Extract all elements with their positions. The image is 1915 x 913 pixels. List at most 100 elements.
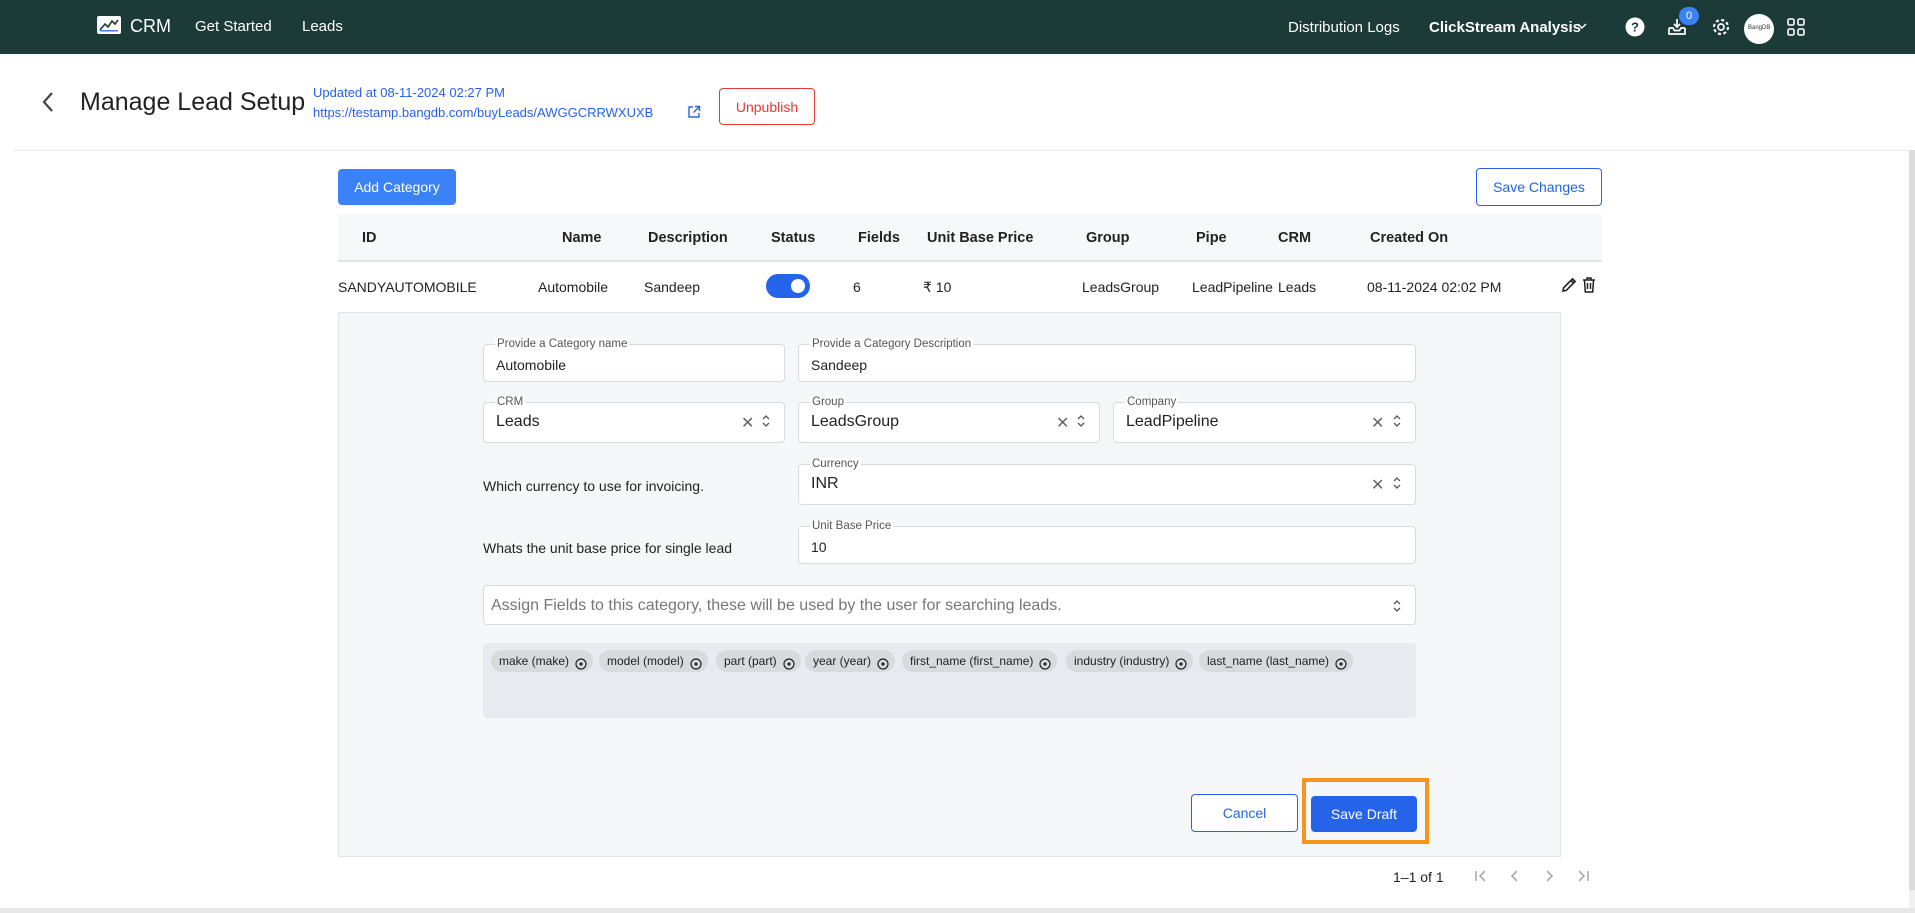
field-chip[interactable]: make (make) [491, 650, 594, 672]
cell-price: ₹ 10 [923, 279, 952, 295]
remove-chip-icon[interactable] [690, 655, 702, 677]
svg-text:?: ? [1631, 20, 1639, 35]
field-chip[interactable]: industry (industry) [1066, 650, 1194, 672]
company-select-value: LeadPipeline [1126, 413, 1219, 430]
category-name-label: Provide a Category name [495, 338, 630, 350]
avatar[interactable]: BangDB [1744, 14, 1774, 44]
col-unit-base-price[interactable]: Unit Base Price [927, 230, 1033, 246]
crm-select[interactable]: CRM Leads ✕ [483, 396, 785, 443]
col-status[interactable]: Status [771, 230, 815, 246]
cell-description: Sandeep [644, 279, 701, 295]
gear-icon[interactable] [1710, 16, 1732, 38]
updown-chevron-icon[interactable] [1076, 413, 1086, 434]
unpublish-button[interactable]: Unpublish [719, 88, 815, 125]
company-select[interactable]: Company LeadPipeline ✕ [1113, 396, 1416, 443]
clear-icon[interactable]: ✕ [1056, 413, 1069, 433]
col-crm[interactable]: CRM [1278, 230, 1311, 246]
category-description-label: Provide a Category Description [810, 338, 974, 350]
updown-chevron-icon[interactable] [1392, 475, 1402, 496]
top-nav: CRM Get Started Leads Distribution Logs … [0, 0, 1915, 54]
save-draft-button[interactable]: Save Draft [1311, 796, 1417, 832]
updated-timestamp: Updated at 08-11-2024 02:27 PM [313, 85, 506, 100]
updown-chevron-icon[interactable] [1392, 598, 1402, 619]
public-url-link[interactable]: https://testamp.bangdb.com/buyLeads/AWGG… [313, 105, 653, 120]
cell-crm: Leads [1278, 279, 1317, 295]
save-changes-button[interactable]: Save Changes [1476, 168, 1602, 206]
field-chip[interactable]: year (year) [805, 650, 896, 672]
group-select-value: LeadsGroup [811, 413, 900, 430]
field-chip[interactable]: first_name (first_name) [902, 650, 1058, 672]
remove-chip-icon[interactable] [1175, 655, 1187, 677]
remove-chip-icon[interactable] [783, 655, 795, 677]
clear-icon[interactable]: ✕ [741, 413, 754, 433]
nav-get-started[interactable]: Get Started [195, 18, 272, 35]
remove-chip-icon[interactable] [1039, 655, 1051, 677]
prev-page-icon[interactable] [1506, 867, 1524, 890]
field-chip[interactable]: last_name (last_name) [1199, 650, 1354, 672]
category-name-value: Automobile [496, 357, 567, 373]
assigned-fields-chips: make (make) model (model) part (part) ye… [483, 643, 1416, 718]
crm-logo-icon[interactable] [97, 16, 121, 34]
nav-leads[interactable]: Leads [302, 18, 343, 35]
col-created-on[interactable]: Created On [1370, 230, 1448, 246]
cell-created-on: 08-11-2024 02:02 PM [1367, 279, 1502, 295]
currency-select-value: INR [811, 475, 839, 492]
cell-id: SANDYAUTOMOBILE [338, 279, 477, 295]
currency-select-label: Currency [810, 458, 861, 470]
remove-chip-icon[interactable] [575, 655, 587, 677]
status-toggle[interactable] [766, 274, 810, 298]
header-divider [14, 150, 1910, 151]
category-description-value: Sandeep [811, 357, 868, 373]
first-page-icon[interactable] [1472, 867, 1490, 890]
remove-chip-icon[interactable] [877, 655, 889, 677]
assign-fields-select[interactable]: Assign Fields to this category, these wi… [483, 585, 1416, 625]
add-category-button[interactable]: Add Category [338, 169, 456, 205]
group-select[interactable]: Group LeadsGroup ✕ [798, 396, 1100, 443]
company-select-label: Company [1125, 396, 1179, 408]
assign-fields-placeholder: Assign Fields to this category, these wi… [491, 597, 1062, 614]
col-fields[interactable]: Fields [858, 230, 900, 246]
cell-fields: 6 [853, 279, 861, 295]
clear-icon[interactable]: ✕ [1371, 475, 1384, 495]
page-title: Manage Lead Setup [80, 88, 306, 116]
table-header: ID Name Description Status Fields Unit B… [338, 214, 1602, 262]
nav-distribution-logs[interactable]: Distribution Logs [1288, 19, 1400, 36]
workspace-selector[interactable]: ClickStream Analysis [1429, 19, 1581, 36]
cell-pipe: LeadPipeline [1192, 279, 1273, 295]
field-chip[interactable]: model (model) [599, 650, 708, 672]
save-draft-highlight: Save Draft [1302, 778, 1429, 844]
clear-icon[interactable]: ✕ [1371, 413, 1384, 433]
scrollbar-thumb[interactable] [1909, 150, 1915, 890]
help-icon[interactable]: ? [1624, 16, 1646, 38]
trash-icon[interactable] [1581, 276, 1597, 299]
table-row[interactable]: SANDYAUTOMOBILE Automobile Sandeep 6 ₹ 1… [338, 262, 1602, 312]
brand-name[interactable]: CRM [130, 16, 171, 37]
currency-question: Which currency to use for invoicing. [483, 478, 704, 494]
currency-select[interactable]: Currency INR ✕ [798, 458, 1416, 505]
updown-chevron-icon[interactable] [761, 413, 771, 434]
last-page-icon[interactable] [1574, 867, 1592, 890]
external-link-icon[interactable] [687, 105, 701, 124]
category-description-field[interactable]: Provide a Category Description Sandeep [798, 338, 1416, 382]
field-chip[interactable]: part (part) [716, 650, 801, 672]
cell-name: Automobile [538, 279, 609, 295]
apps-grid-icon[interactable] [1785, 16, 1807, 38]
remove-chip-icon[interactable] [1335, 655, 1347, 677]
page-bottom-edge [0, 908, 1915, 913]
edit-pencil-icon[interactable] [1560, 276, 1578, 299]
col-name[interactable]: Name [562, 230, 602, 246]
col-description[interactable]: Description [648, 230, 728, 246]
group-select-label: Group [810, 396, 846, 408]
category-name-field[interactable]: Provide a Category name Automobile [483, 338, 785, 382]
pagination-range: 1–1 of 1 [1393, 869, 1444, 885]
col-id[interactable]: ID [362, 230, 377, 246]
cell-group: LeadsGroup [1082, 279, 1160, 295]
col-pipe[interactable]: Pipe [1196, 230, 1227, 246]
chevron-down-icon[interactable] [1575, 19, 1589, 38]
col-group[interactable]: Group [1086, 230, 1130, 246]
updown-chevron-icon[interactable] [1392, 413, 1402, 434]
unit-base-price-field[interactable]: Unit Base Price 10 [798, 520, 1416, 564]
cancel-button[interactable]: Cancel [1191, 794, 1298, 832]
next-page-icon[interactable] [1540, 867, 1558, 890]
back-arrow-icon[interactable] [40, 90, 56, 119]
